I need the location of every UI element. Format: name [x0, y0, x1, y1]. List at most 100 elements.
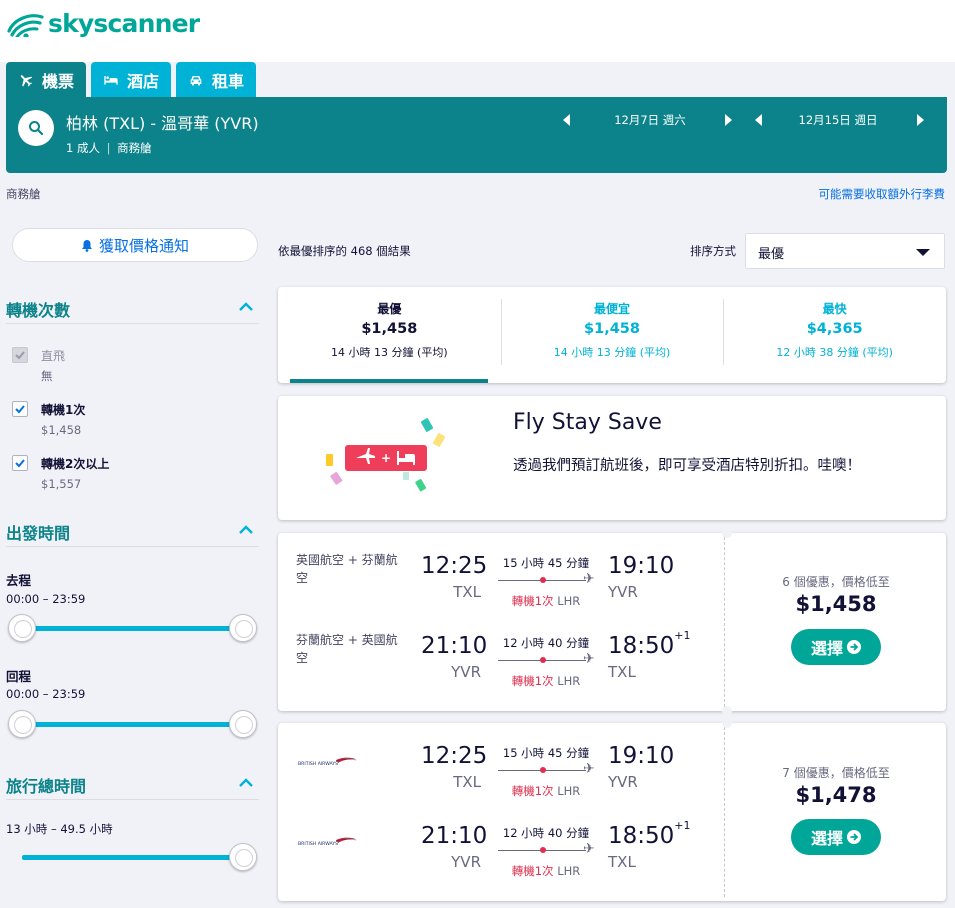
top-bar: skyscanner — [0, 0, 955, 62]
day-offset: +1 — [674, 819, 691, 832]
price-alert-button[interactable]: 獲取價格通知 — [12, 228, 258, 262]
checkbox-direct[interactable] — [12, 347, 28, 363]
checkbox-two-plus-stops[interactable] — [12, 455, 28, 471]
checkbox-one-stop[interactable] — [12, 401, 28, 417]
british-airways-logo-text: BRITISH AIRWAYS — [298, 761, 338, 767]
tab-flights[interactable]: 機票 — [6, 62, 87, 98]
stop-option-label: 轉機1次 — [41, 403, 86, 417]
skyscanner-cloud-icon — [7, 14, 44, 37]
sort-label: 排序方式 — [690, 244, 736, 258]
sort-tab-fastest[interactable]: 最快 $4,365 12 小時 38 分鐘 (平均) — [723, 287, 946, 383]
plane-icon — [20, 75, 33, 87]
outbound-label: 去程 — [6, 573, 32, 588]
baggage-fee-link[interactable]: 可能需要收取額外行李費 — [819, 186, 946, 202]
flight-result-card[interactable]: 英國航空 + 芬蘭航空 12:25 TXL 15 小時 45 分鐘 ✈ 轉機1次… — [278, 533, 946, 711]
return-slider-track[interactable] — [22, 722, 244, 727]
stop-option-price: 無 — [41, 369, 53, 383]
brand-name: skyscanner — [48, 8, 200, 38]
stops-filter-title[interactable]: 轉機次數 — [6, 297, 70, 321]
arrow-right-icon — [847, 640, 861, 654]
stop-option-label: 轉機2次以上 — [41, 457, 110, 471]
chevron-up-icon[interactable] — [238, 525, 254, 535]
departure-time: 12:25 — [421, 743, 488, 769]
departure-time-filter-title[interactable]: 出發時間 — [6, 520, 70, 544]
depart-date-prev-arrow[interactable] — [563, 114, 570, 126]
search-icon — [29, 121, 44, 136]
stop-dot — [540, 767, 546, 773]
return-slider-min-handle[interactable] — [8, 710, 36, 738]
duration-filter-title[interactable]: 旅行總時間 — [6, 773, 86, 797]
promo-description: 透過我們預訂航班後，即可享受酒店特別折扣。哇噢！ — [513, 458, 861, 474]
depart-date[interactable]: 12月7日 週六 — [580, 112, 720, 128]
promo-title: Fly Stay Save — [513, 410, 662, 435]
sort-tab-title: 最快 — [822, 302, 847, 316]
price-alert-label: 獲取價格通知 — [98, 236, 189, 255]
sort-tab-best[interactable]: 最優 $1,458 14 小時 13 分鐘 (平均) — [278, 287, 501, 383]
stop-dot — [540, 847, 546, 853]
sort-tab-title: 最優 — [377, 302, 402, 316]
select-button[interactable]: 選擇 — [791, 629, 881, 665]
plane-icon: ✈ — [583, 571, 595, 587]
arrival-time-value: 19:10 — [608, 553, 675, 579]
sort-select[interactable]: 最優 — [745, 233, 945, 269]
flight-result-card[interactable]: BRITISH AIRWAYS 12:25 TXL 15 小時 45 分鐘 ✈ … — [278, 723, 946, 901]
svg-text:+: + — [381, 451, 391, 465]
duration-slider-track[interactable] — [22, 855, 244, 860]
select-button[interactable]: 選擇 — [791, 819, 881, 855]
vertical-tabs: 機票 酒店 租車 — [6, 62, 257, 98]
outbound-slider-track[interactable] — [22, 626, 244, 631]
route-text[interactable]: 柏林 (TXL) - 溫哥華 (YVR) — [66, 110, 259, 134]
arrival-airport: YVR — [608, 773, 638, 791]
duration-slider-handle[interactable] — [229, 843, 257, 871]
car-icon — [190, 76, 202, 86]
search-button[interactable] — [18, 110, 54, 146]
british-airways-logo: BRITISH AIRWAYS — [298, 757, 357, 767]
passenger-summary[interactable]: 1 成人 | 商務艙 — [66, 140, 152, 156]
stops-info: 轉機1次 LHR — [494, 783, 598, 799]
departure-time: 21:10 — [421, 823, 488, 849]
outbound-slider-max-handle[interactable] — [229, 614, 257, 642]
tab-car-hire[interactable]: 租車 — [176, 62, 257, 98]
return-slider-max-handle[interactable] — [229, 710, 257, 738]
card-notch — [722, 706, 732, 716]
tab-hotels[interactable]: 酒店 — [91, 62, 172, 98]
arrival-airport: TXL — [608, 663, 636, 681]
arrival-time: 18:50+1 — [608, 629, 691, 659]
flight-legs: 英國航空 + 芬蘭航空 12:25 TXL 15 小時 45 分鐘 ✈ 轉機1次… — [278, 533, 724, 711]
return-range: 00:00 – 23:59 — [6, 687, 86, 701]
cabin-label: 商務艙 — [6, 187, 41, 201]
sort-tab-price: $4,365 — [806, 321, 863, 337]
plane-plus-hotel-illustration: + — [326, 418, 446, 492]
leg-duration: 15 小時 45 分鐘 — [502, 556, 590, 570]
arrow-right-icon — [847, 830, 861, 844]
sort-selected-value: 最優 — [758, 247, 785, 262]
caret-down-icon — [916, 249, 930, 256]
divider — [6, 323, 259, 324]
check-icon — [15, 405, 25, 414]
chevron-up-icon[interactable] — [238, 778, 254, 788]
skyscanner-logo[interactable]: skyscanner — [6, 6, 200, 40]
arrival-airport: TXL — [608, 853, 636, 871]
fly-stay-save-promo[interactable]: + Fly Stay Save 透過我們預訂航班後，即可享受酒店特別折扣。哇噢！ — [278, 396, 946, 520]
return-date-prev-arrow[interactable] — [755, 114, 762, 126]
arrival-time: 19:10 — [608, 553, 674, 579]
price-panel: 6 個優惠，價格低至 $1,458 選擇 — [726, 533, 946, 711]
sort-tabs: 最優 $1,458 14 小時 13 分鐘 (平均) 最便宜 $1,458 14… — [278, 287, 946, 383]
sort-tab-duration: 12 小時 38 分鐘 (平均) — [776, 346, 893, 359]
divider — [6, 799, 259, 800]
arrival-time: 18:50+1 — [608, 819, 691, 849]
return-date[interactable]: 12月15日 週日 — [768, 112, 908, 128]
search-summary-bar[interactable]: 柏林 (TXL) - 溫哥華 (YVR) 1 成人 | 商務艙 12月7日 週六… — [6, 97, 947, 173]
chevron-up-icon[interactable] — [238, 302, 254, 312]
outbound-slider-min-handle[interactable] — [8, 614, 36, 642]
stop-dot — [540, 657, 546, 663]
stop-airport: LHR — [557, 594, 581, 608]
sort-tab-cheapest[interactable]: 最便宜 $1,458 14 小時 13 分鐘 (平均) — [500, 287, 724, 383]
results-count: 依最優排序的 468 個結果 — [278, 244, 411, 258]
return-date-next-arrow[interactable] — [917, 114, 924, 126]
depart-date-next-arrow[interactable] — [725, 114, 732, 126]
departure-airport: YVR — [451, 853, 481, 871]
departure-airport: YVR — [451, 663, 481, 681]
tab-flights-label: 機票 — [42, 72, 75, 91]
sort-tab-duration: 14 小時 13 分鐘 (平均) — [331, 346, 448, 359]
